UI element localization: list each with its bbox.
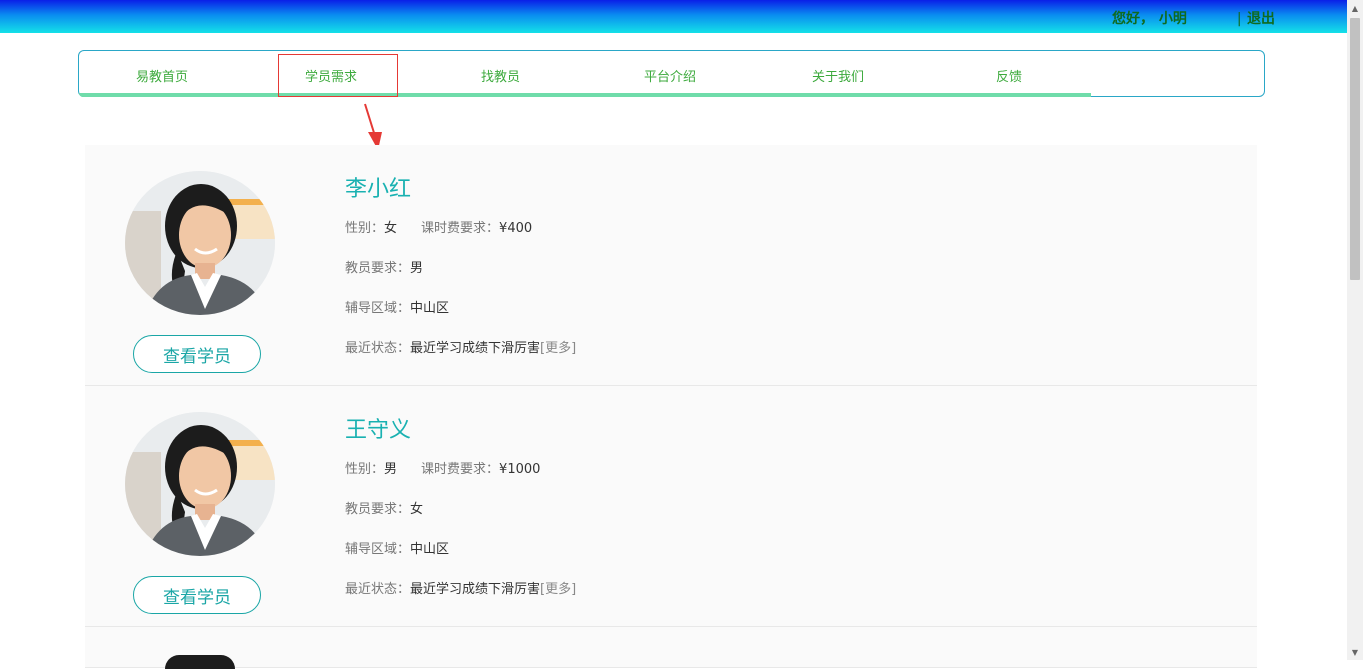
scroll-up-icon[interactable]: ▲ — [1347, 0, 1363, 16]
teacher-req-row: 教员要求：男 — [345, 257, 423, 276]
annotation-highlight-box — [278, 54, 398, 97]
gender-value: 男 — [384, 462, 398, 477]
status-label: 最近状态： — [345, 341, 411, 356]
view-student-button[interactable]: 查看学员 — [133, 576, 261, 614]
area-row: 辅导区域：中山区 — [345, 538, 449, 557]
teacher-req-label: 教员要求： — [345, 502, 411, 517]
main-nav: 易教首页 学员需求 找教员 平台介绍 关于我们 反馈 — [78, 50, 1265, 97]
student-card: 查看学员 王守义 性别：男 课时费要求：¥1000 教员要求：女 辅导区域：中山区… — [85, 386, 1257, 627]
status-label: 最近状态： — [345, 582, 411, 597]
gender-label: 性别： — [345, 221, 385, 236]
nav-underline — [79, 93, 1091, 97]
fee-value: ¥1000 — [499, 462, 541, 477]
logout-link[interactable]: 退出 — [1247, 8, 1275, 28]
student-avatar-partial — [165, 655, 235, 669]
scrollbar-thumb[interactable] — [1350, 18, 1360, 280]
nav-about-us[interactable]: 关于我们 — [812, 66, 864, 85]
teacher-req-row: 教员要求：女 — [345, 498, 423, 517]
gender-label: 性别： — [345, 462, 385, 477]
fee-value: ¥400 — [499, 221, 533, 236]
teacher-req-label: 教员要求： — [345, 261, 411, 276]
status-value: 最近学习成绩下滑厉害 — [410, 341, 541, 356]
student-card: 查看学员 李小红 性别：女 课时费要求：¥400 教员要求：男 辅导区域：中山区 … — [85, 145, 1257, 386]
nav-find-teacher[interactable]: 找教员 — [481, 66, 520, 85]
scroll-down-icon[interactable]: ▼ — [1347, 644, 1363, 660]
student-name: 王守义 — [345, 418, 412, 443]
gender-fee-row: 性别：男 课时费要求：¥1000 — [345, 458, 540, 477]
status-value: 最近学习成绩下滑厉害 — [410, 582, 541, 597]
status-row: 最近状态：最近学习成绩下滑厉害[更多] — [345, 337, 576, 356]
vertical-scrollbar[interactable]: ▲ ▼ — [1347, 0, 1363, 660]
nav-home[interactable]: 易教首页 — [136, 66, 188, 85]
student-avatar — [125, 171, 275, 315]
area-label: 辅导区域： — [345, 542, 411, 557]
nav-feedback[interactable]: 反馈 — [996, 66, 1022, 85]
area-label: 辅导区域： — [345, 301, 411, 316]
separator: | — [1236, 11, 1242, 27]
view-student-button[interactable]: 查看学员 — [133, 335, 261, 373]
gender-value: 女 — [384, 221, 398, 236]
more-link[interactable]: [更多] — [540, 341, 576, 356]
user-greeting: 您好， 小明 | — [1112, 8, 1242, 28]
student-name: 李小红 — [345, 177, 412, 202]
gender-fee-row: 性别：女 课时费要求：¥400 — [345, 217, 532, 236]
teacher-req-value: 女 — [410, 502, 424, 517]
fee-label: 课时费要求： — [421, 221, 500, 236]
teacher-req-value: 男 — [410, 261, 424, 276]
greeting-text: 您好， 小明 — [1112, 11, 1187, 27]
student-avatar — [125, 412, 275, 556]
more-link[interactable]: [更多] — [540, 582, 576, 597]
area-value: 中山区 — [410, 542, 450, 557]
area-row: 辅导区域：中山区 — [345, 297, 449, 316]
fee-label: 课时费要求： — [421, 462, 500, 477]
area-value: 中山区 — [410, 301, 450, 316]
top-bar: 您好， 小明 | 退出 — [0, 0, 1347, 33]
nav-platform-intro[interactable]: 平台介绍 — [644, 66, 696, 85]
status-row: 最近状态：最近学习成绩下滑厉害[更多] — [345, 578, 576, 597]
student-card-partial — [85, 627, 1257, 669]
